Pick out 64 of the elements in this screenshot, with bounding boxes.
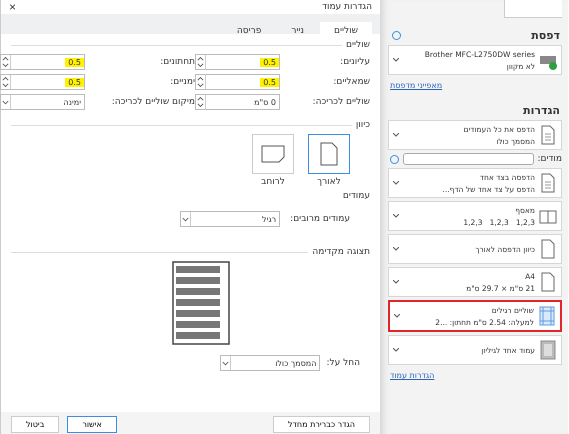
close-button[interactable]: ×	[9, 0, 16, 14]
tab[interactable]: פריסה	[222, 22, 276, 34]
dropdown-caret-icon[interactable]	[1, 95, 11, 109]
field-label: שמאליים:	[332, 77, 370, 87]
section-heading: כיוון	[356, 120, 370, 130]
pages-input[interactable]	[403, 153, 534, 165]
field-label: שוליים לכריכה:	[312, 97, 370, 107]
caret-icon	[393, 280, 399, 284]
dialog-button[interactable]: ביטול	[11, 416, 60, 433]
printer-properties-link[interactable]: מאפייני מדפסת	[388, 78, 444, 93]
spin-arrows-icon[interactable]	[196, 75, 206, 89]
section-heading: תצוגה מקדימה	[312, 247, 370, 257]
tab[interactable]: נייר	[277, 22, 318, 34]
page-icon	[539, 238, 557, 260]
field-label: ימניים:	[169, 77, 195, 87]
caret-icon	[393, 181, 399, 185]
page-setup-link[interactable]: הגדרות עמוד	[388, 368, 436, 383]
caret-icon	[394, 314, 400, 318]
portrait-page-icon	[320, 142, 338, 166]
paper-icon	[539, 271, 557, 293]
section-heading: הגדרות	[523, 104, 561, 117]
spin-field[interactable]: 0.5	[195, 74, 280, 90]
spin-field[interactable]: 0.5	[0, 74, 85, 90]
section-heading: עמודים	[342, 191, 370, 201]
spin-field[interactable]: 0.5	[195, 54, 280, 70]
spin-field[interactable]: 0 ס"מ	[195, 94, 280, 110]
spin-arrows-icon[interactable]	[1, 55, 11, 69]
field-label: החל על:	[326, 358, 360, 368]
page-icon	[539, 124, 557, 146]
info-icon[interactable]	[390, 154, 399, 164]
spin-arrows-icon[interactable]	[1, 75, 11, 89]
tab[interactable]: שוליים	[320, 22, 372, 34]
dropdown-caret-icon[interactable]	[221, 356, 232, 370]
sheet-icon	[539, 339, 557, 361]
section-heading: דפסת	[531, 29, 561, 42]
option-label: לרוחב	[261, 177, 285, 187]
dropdown-field[interactable]: המסמך כולו	[220, 355, 320, 371]
caret-icon	[393, 58, 399, 62]
dialog-title: הגדרות עמוד	[322, 2, 372, 12]
option-label: לאורך	[317, 177, 341, 187]
field-label: מודים:	[538, 154, 562, 164]
caret-icon	[393, 348, 399, 352]
field-label: מיקום שוליים לכריכה:	[110, 97, 195, 107]
field-label: תחתונים:	[159, 57, 195, 67]
orientation-button[interactable]	[308, 134, 350, 174]
page-icon	[539, 172, 557, 194]
landscape-page-icon	[261, 145, 285, 163]
dropdown-field[interactable]: רגיל	[180, 211, 280, 227]
orientation-button[interactable]	[252, 134, 294, 174]
field-label: עליונים:	[339, 57, 370, 67]
dialog-button[interactable]: הגדר כברירת מחדל	[273, 416, 370, 433]
caret-icon	[393, 214, 399, 218]
section-heading: שוליים	[346, 40, 370, 50]
dropdown-caret-icon[interactable]	[181, 212, 192, 226]
caret-icon	[393, 247, 399, 251]
ok-button[interactable]: אישור	[67, 416, 117, 433]
info-icon[interactable]	[392, 31, 401, 40]
spin-field[interactable]: 0.5	[0, 54, 85, 70]
dropdown-field[interactable]: ימינה	[0, 94, 85, 110]
margins-icon	[538, 305, 556, 327]
caret-icon	[393, 133, 399, 137]
field-label: עמודים מרובים:	[290, 214, 350, 224]
spin-arrows-icon[interactable]	[196, 55, 206, 69]
spin-arrows-icon[interactable]	[196, 95, 206, 109]
